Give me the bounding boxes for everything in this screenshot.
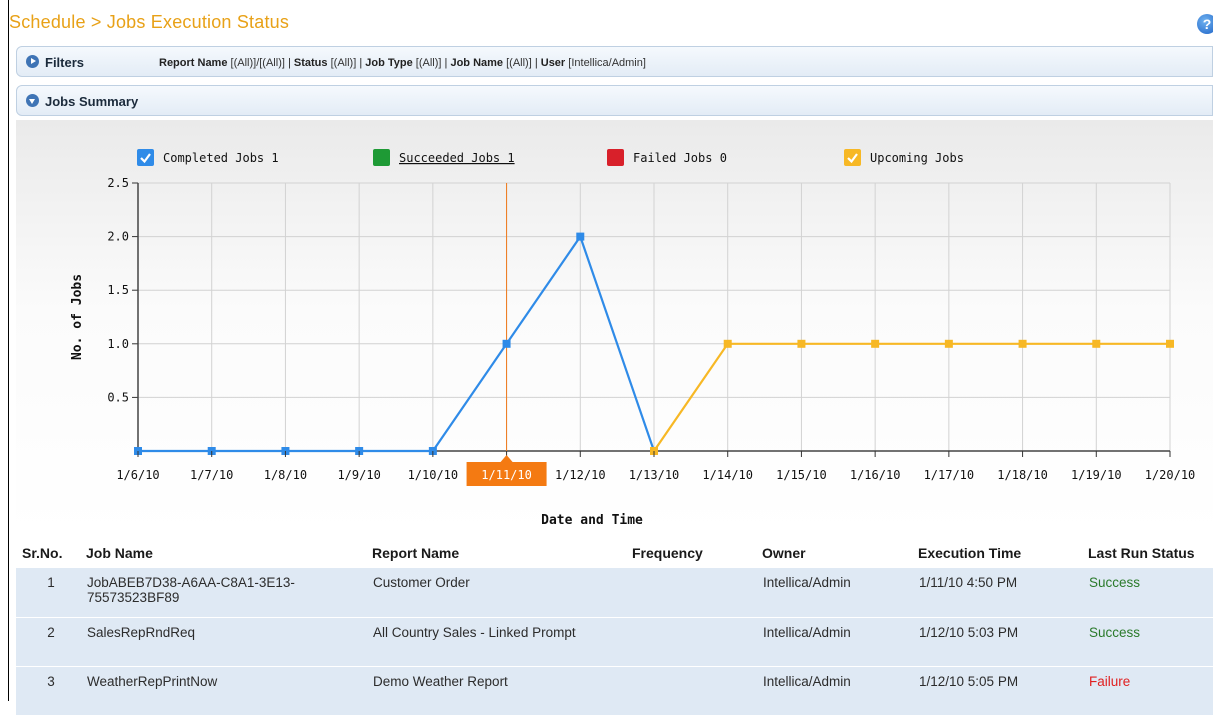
- y-axis-title: No. of Jobs: [70, 274, 85, 360]
- frequency-cell: [632, 568, 762, 618]
- job-name-cell: JobABEB7D38-A6AA-C8A1-3E13-75573523BF89: [86, 568, 372, 618]
- filter-summary: Report Name [(All)]/[(All)] | Status [(A…: [159, 57, 646, 69]
- jobs-summary-label[interactable]: Jobs Summary: [45, 94, 138, 109]
- title-bar: Schedule > Jobs Execution Status ?: [9, 0, 1213, 42]
- owner-cell: Intellica/Admin: [762, 666, 918, 716]
- check-legend-icon: [844, 149, 861, 166]
- execution-time-cell: 1/12/10 5:05 PM: [918, 666, 1088, 716]
- data-point: [1092, 339, 1101, 348]
- data-point: [1166, 339, 1174, 348]
- jobs-table-wrap: Sr.No. Job Name Report Name Frequency Ow…: [16, 538, 1213, 716]
- sr-no-cell: 1: [16, 568, 86, 618]
- filters-bar[interactable]: Filters Report Name [(All)]/[(All)] | St…: [16, 46, 1213, 77]
- column-header[interactable]: Frequency: [632, 538, 762, 568]
- execution-time-cell: 1/12/10 5:03 PM: [918, 617, 1088, 667]
- report-name-cell: Customer Order: [372, 568, 632, 618]
- filter-value: [Intellica/Admin]: [568, 57, 646, 69]
- x-tick-label: 1/15/10: [776, 468, 827, 482]
- column-header[interactable]: Job Name: [86, 538, 372, 568]
- status-cell: Success: [1088, 568, 1213, 618]
- report-name-cell: Demo Weather Report: [372, 666, 632, 716]
- filter-value: [(All)]: [330, 57, 357, 69]
- x-tick-label: 1/18/10: [997, 468, 1048, 482]
- column-header[interactable]: Owner: [762, 538, 918, 568]
- sr-no-cell: 2: [16, 617, 86, 667]
- x-tick-label: 1/20/10: [1145, 468, 1196, 482]
- x-tick-label: 1/10/10: [408, 468, 459, 482]
- owner-cell: Intellica/Admin: [762, 568, 918, 618]
- column-header[interactable]: Last Run Status: [1088, 538, 1213, 568]
- data-point: [723, 339, 732, 348]
- data-point: [1018, 339, 1027, 348]
- square-legend-icon: [373, 149, 390, 166]
- x-tick-label: 1/9/10: [337, 468, 380, 482]
- jobs-chart-area: Completed Jobs 1 Succeeded Jobs 1 Failed J…: [16, 120, 1213, 538]
- jobs-table: Sr.No. Job Name Report Name Frequency Ow…: [16, 538, 1213, 716]
- table-row[interactable]: 2 SalesRepRndReq All Country Sales - Lin…: [16, 617, 1213, 667]
- job-name-cell: WeatherRepPrintNow: [86, 666, 372, 716]
- legend-label: Succeeded Jobs 1: [399, 151, 515, 165]
- x-tick-label: 1/11/10: [481, 468, 532, 482]
- status-cell: Failure: [1088, 666, 1213, 716]
- column-header[interactable]: Report Name: [372, 538, 632, 568]
- legend-label: Completed Jobs 1: [163, 151, 279, 165]
- jobs-chart: Completed Jobs 1 Succeeded Jobs 1 Failed J…: [70, 149, 1196, 528]
- highlight-pointer: [500, 455, 513, 462]
- x-tick-label: 1/19/10: [1071, 468, 1122, 482]
- filter-value: [(All)]: [506, 57, 532, 69]
- table-header-row: Sr.No. Job Name Report Name Frequency Ow…: [16, 538, 1213, 568]
- table-row[interactable]: 3 WeatherRepPrintNow Demo Weather Report…: [16, 666, 1213, 716]
- x-tick-label: 1/7/10: [190, 468, 233, 482]
- column-header[interactable]: Execution Time: [918, 538, 1088, 568]
- x-tick-label: 1/13/10: [629, 468, 680, 482]
- x-tick-label: 1/16/10: [850, 468, 901, 482]
- x-tick-label: 1/12/10: [555, 468, 606, 482]
- expand-icon[interactable]: [26, 55, 39, 68]
- square-legend-icon: [607, 149, 624, 166]
- x-axis-title: Date and Time: [541, 513, 643, 528]
- collapse-icon[interactable]: [26, 94, 39, 107]
- filter-name: User: [540, 57, 566, 69]
- page-title: Schedule > Jobs Execution Status: [9, 12, 290, 32]
- data-point: [944, 339, 953, 348]
- y-tick-label: 1.5: [107, 283, 129, 297]
- filter-name: Status: [293, 57, 328, 69]
- frequency-cell: [632, 666, 762, 716]
- frequency-cell: [632, 617, 762, 667]
- execution-time-cell: 1/11/10 4:50 PM: [918, 568, 1088, 618]
- y-tick-label: 0.5: [107, 390, 129, 404]
- column-header[interactable]: Sr.No.: [16, 538, 86, 568]
- job-name-cell: SalesRepRndReq: [86, 617, 372, 667]
- data-point: [576, 232, 585, 241]
- y-tick-label: 2.0: [107, 230, 129, 244]
- table-row[interactable]: 1 JobABEB7D38-A6AA-C8A1-3E13-75573523BF8…: [16, 568, 1213, 618]
- x-tick-label: 1/6/10: [116, 468, 159, 482]
- legend-label: Upcoming Jobs: [870, 151, 964, 165]
- x-tick-label: 1/8/10: [264, 468, 307, 482]
- legend-label: Failed Jobs 0: [633, 151, 727, 165]
- help-icon[interactable]: ?: [1197, 14, 1213, 34]
- data-point: [502, 339, 511, 348]
- filter-name: Job Type: [365, 57, 413, 69]
- x-tick-label: 1/14/10: [702, 468, 753, 482]
- filter-name: Report Name: [159, 57, 228, 69]
- filters-label[interactable]: Filters: [45, 55, 84, 70]
- report-name-cell: All Country Sales - Linked Prompt: [372, 617, 632, 667]
- filter-value: [(All)]/[(All)]: [230, 57, 285, 69]
- sr-no-cell: 3: [16, 666, 86, 716]
- check-legend-icon: [137, 149, 154, 166]
- filter-name: Job Name: [450, 57, 504, 69]
- page-left-border: [8, 0, 9, 701]
- owner-cell: Intellica/Admin: [762, 617, 918, 667]
- x-tick-label: 1/17/10: [924, 468, 975, 482]
- filter-value: [(All)]: [415, 57, 442, 69]
- y-tick-label: 2.5: [107, 176, 129, 190]
- status-cell: Success: [1088, 617, 1213, 667]
- data-point: [797, 339, 806, 348]
- jobs-summary-bar[interactable]: Jobs Summary: [16, 85, 1213, 116]
- y-tick-label: 1.0: [107, 337, 129, 351]
- data-point: [871, 339, 880, 348]
